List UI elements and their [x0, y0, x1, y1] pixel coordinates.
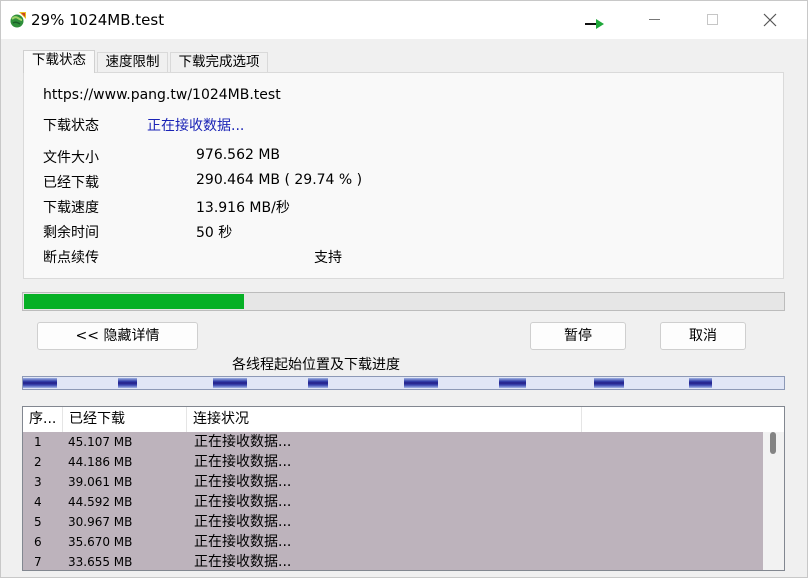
thread-progress-bar [22, 376, 785, 390]
globe-icon [10, 12, 26, 28]
status-label: 下载状态 [43, 118, 99, 134]
status-panel: https://www.pang.tw/1024MB.test 下载状态 正在接… [23, 72, 784, 279]
tab-download-status[interactable]: 下载状态 [23, 50, 95, 73]
status-value: 正在接收数据... [147, 118, 245, 134]
resume-value: 支持 [314, 250, 342, 266]
row-index: 1 [34, 435, 42, 449]
table-row[interactable]: 1 45.107 MB 正在接收数据... [23, 432, 763, 452]
connections-list[interactable]: 序... 已经下载 连接状况 1 45.107 MB 正在接收数据... 2 44.18… [22, 406, 785, 571]
thread-segment [499, 378, 526, 388]
scrollbar-thumb[interactable] [770, 432, 776, 454]
column-header-index[interactable]: 序... [23, 407, 63, 432]
row-status: 正在接收数据... [194, 494, 292, 510]
file-size-value: 976.562 MB [196, 147, 281, 163]
list-scrollbar[interactable] [763, 432, 784, 570]
row-status: 正在接收数据... [194, 474, 292, 490]
resume-label: 断点续传 [43, 250, 99, 266]
thread-segment [689, 378, 712, 388]
title-bar[interactable]: 29% 1024MB.test [1, 1, 807, 39]
list-rows: 1 45.107 MB 正在接收数据... 2 44.186 MB 正在接收数据... 3 3… [23, 432, 763, 570]
thread-segment [118, 378, 137, 388]
table-row[interactable]: 3 39.061 MB 正在接收数据... [23, 472, 763, 492]
table-row[interactable]: 4 44.592 MB 正在接收数据... [23, 492, 763, 512]
hide-details-button[interactable]: << 隐藏详情 [37, 322, 198, 350]
tab-speed-limit[interactable]: 速度限制 [97, 52, 168, 72]
close-button[interactable] [747, 1, 793, 39]
row-downloaded: 33.655 MB [68, 555, 133, 569]
row-status: 正在接收数据... [194, 454, 292, 470]
window-title: 29% 1024MB.test [31, 11, 165, 29]
minimize-button[interactable] [631, 1, 677, 39]
row-downloaded: 45.107 MB [68, 435, 133, 449]
row-index: 4 [34, 495, 42, 509]
time-left-value: 50 秒 [196, 225, 233, 241]
thread-segment [404, 378, 438, 388]
thread-segment [594, 378, 624, 388]
thread-segment [23, 378, 57, 388]
speed-value: 13.916 MB/秒 [196, 200, 290, 216]
row-status: 正在接收数据... [194, 434, 292, 450]
row-index: 3 [34, 475, 42, 489]
row-downloaded: 39.061 MB [68, 475, 133, 489]
column-header-extra[interactable] [582, 407, 784, 432]
pause-button[interactable]: 暂停 [530, 322, 626, 350]
maximize-button[interactable] [689, 1, 735, 39]
downloaded-value: 290.464 MB ( 29.74 % ) [196, 172, 363, 188]
row-downloaded: 44.592 MB [68, 495, 133, 509]
row-index: 2 [34, 455, 42, 469]
thread-segment [308, 378, 328, 388]
download-progress-bar [22, 292, 785, 311]
row-index: 6 [34, 535, 42, 549]
row-index: 5 [34, 515, 42, 529]
row-status: 正在接收数据... [194, 514, 292, 530]
download-url: https://www.pang.tw/1024MB.test [43, 87, 281, 103]
list-header: 序... 已经下载 连接状况 [23, 407, 784, 433]
time-left-label: 剩余时间 [43, 225, 99, 241]
tab-completion-options[interactable]: 下载完成选项 [170, 52, 268, 72]
download-window: 29% 1024MB.test 下载状态 速度限制 下载完成选项 https:/… [0, 0, 808, 578]
file-size-label: 文件大小 [43, 150, 99, 166]
thread-segment [213, 378, 247, 388]
table-row[interactable]: 7 33.655 MB 正在接收数据... [23, 552, 763, 570]
row-downloaded: 35.670 MB [68, 535, 133, 549]
row-downloaded: 44.186 MB [68, 455, 133, 469]
table-row[interactable]: 5 30.967 MB 正在接收数据... [23, 512, 763, 532]
green-arrow-icon [585, 19, 604, 29]
row-status: 正在接收数据... [194, 554, 292, 570]
row-downloaded: 30.967 MB [68, 515, 133, 529]
row-index: 7 [34, 555, 42, 569]
speed-label: 下载速度 [43, 200, 99, 216]
column-header-status[interactable]: 连接状况 [187, 407, 582, 432]
close-icon [763, 13, 777, 27]
column-header-downloaded[interactable]: 已经下载 [63, 407, 187, 432]
progress-fill [24, 294, 244, 309]
row-status: 正在接收数据... [194, 534, 292, 550]
downloaded-label: 已经下载 [43, 175, 99, 191]
threads-label: 各线程起始位置及下载进度 [232, 357, 400, 373]
table-row[interactable]: 2 44.186 MB 正在接收数据... [23, 452, 763, 472]
cancel-button[interactable]: 取消 [660, 322, 746, 350]
table-row[interactable]: 6 35.670 MB 正在接收数据... [23, 532, 763, 552]
